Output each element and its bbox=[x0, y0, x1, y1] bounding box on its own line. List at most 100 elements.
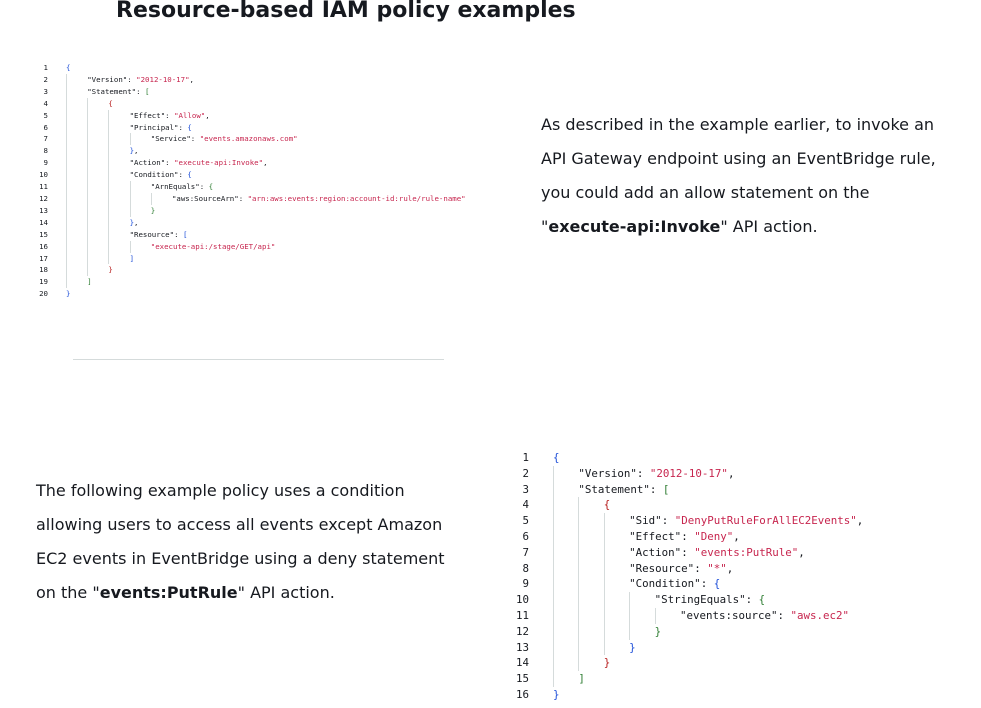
code-token: { bbox=[187, 122, 192, 132]
code-content: "Statement": [ bbox=[87, 86, 149, 98]
indent-guide bbox=[66, 276, 87, 289]
code-token: ] bbox=[129, 253, 135, 263]
indent-guide bbox=[603, 528, 629, 545]
code-token: : bbox=[190, 134, 200, 144]
indent-guide bbox=[553, 481, 578, 498]
indent-guide bbox=[603, 513, 629, 529]
code-line: 20} bbox=[30, 288, 466, 300]
line-number: 9 bbox=[43, 158, 48, 168]
code-token: "2012-10-17" bbox=[649, 466, 728, 480]
indent-guide bbox=[553, 639, 578, 656]
indent-guide bbox=[66, 145, 87, 158]
indent-guide bbox=[108, 192, 129, 205]
indent-guide bbox=[129, 133, 151, 146]
code-content: ] bbox=[130, 253, 134, 265]
code-token: [ bbox=[145, 86, 150, 96]
code-token: , bbox=[798, 545, 805, 559]
code-line: 19] bbox=[30, 276, 466, 289]
indent-guide bbox=[87, 216, 108, 229]
indent-guide bbox=[66, 157, 87, 170]
policy-code-block-allow[interactable]: 1{2 "Version": "2012-10-17", 3 "Statement":… bbox=[30, 62, 466, 300]
code-token: "aws:SourceArn" bbox=[171, 193, 239, 203]
line-number: 12 bbox=[39, 193, 48, 203]
code-content: { bbox=[66, 62, 70, 74]
code-token: "Service" bbox=[150, 134, 191, 144]
policy-code-block-deny[interactable]: 1{2 "Version": "2012-10-17", 3 "Statement":… bbox=[505, 450, 863, 703]
code-line: 13} bbox=[505, 639, 863, 656]
code-token: , bbox=[726, 561, 734, 575]
indent-guide bbox=[578, 623, 603, 640]
line-number: 3 bbox=[522, 482, 529, 496]
indent-guide bbox=[553, 497, 578, 513]
code-token: { bbox=[553, 451, 560, 464]
code-content: ] bbox=[578, 671, 585, 687]
indent-guide bbox=[108, 216, 129, 229]
indent-guide bbox=[87, 109, 108, 122]
indent-guide bbox=[553, 465, 578, 482]
code-content: "Principal": { bbox=[130, 122, 192, 134]
paragraph-text: " API action. bbox=[720, 217, 818, 236]
code-token: : bbox=[681, 529, 695, 543]
code-token: { bbox=[758, 593, 766, 607]
code-token: "Version" bbox=[578, 466, 637, 480]
code-token: , bbox=[134, 146, 139, 156]
code-content: "Condition": { bbox=[629, 576, 720, 592]
line-number: 10 bbox=[39, 170, 48, 180]
code-line: 9 "Action": "execute-api:Invoke", bbox=[30, 157, 466, 170]
indent-guide bbox=[108, 204, 129, 217]
code-content: "Version": "2012-10-17", bbox=[578, 466, 734, 482]
code-content: { bbox=[108, 98, 112, 110]
code-token: : bbox=[238, 193, 248, 203]
indent-guide bbox=[108, 121, 129, 134]
indent-guide bbox=[553, 560, 578, 577]
line-number: 16 bbox=[515, 687, 529, 701]
indent-guide bbox=[87, 121, 108, 134]
code-token: : bbox=[745, 593, 759, 607]
indent-guide bbox=[603, 560, 629, 577]
line-number: 5 bbox=[522, 514, 529, 528]
code-token: "Action" bbox=[129, 158, 166, 168]
code-line: 7 "Action": "events:PutRule", bbox=[505, 544, 863, 561]
line-number: 4 bbox=[522, 498, 529, 512]
code-content: "events:source": "aws.ec2" bbox=[680, 608, 849, 624]
code-token: { bbox=[713, 577, 721, 591]
line-number: 12 bbox=[515, 624, 529, 638]
code-line: 16} bbox=[505, 687, 863, 703]
code-line: 15] bbox=[505, 671, 863, 687]
code-token: , bbox=[205, 110, 210, 120]
indent-guide bbox=[553, 655, 578, 671]
code-token: : bbox=[700, 577, 714, 591]
code-token: } bbox=[654, 624, 662, 638]
indent-guide bbox=[578, 560, 603, 577]
indent-guide bbox=[87, 181, 108, 193]
indent-guide bbox=[108, 109, 129, 122]
code-content: "execute-api:/stage/GET/api" bbox=[151, 241, 276, 253]
line-number: 11 bbox=[515, 608, 529, 622]
code-content: "ArnEquals": { bbox=[151, 181, 213, 193]
code-token: "DenyPutRuleForAllEC2Events" bbox=[674, 514, 857, 528]
code-token: : bbox=[165, 110, 175, 120]
indent-guide bbox=[629, 607, 654, 624]
api-action-name: events:PutRule bbox=[99, 583, 238, 602]
line-number: 9 bbox=[522, 577, 529, 591]
code-token: , bbox=[263, 158, 268, 168]
indent-guide bbox=[553, 544, 578, 561]
line-number: 2 bbox=[43, 74, 48, 84]
line-number: 1 bbox=[522, 451, 529, 464]
paragraph-invoke-description: As described in the example earlier, to … bbox=[541, 108, 951, 244]
code-token: "StringEquals" bbox=[654, 593, 746, 607]
code-token: : bbox=[174, 229, 183, 239]
indent-guide bbox=[553, 592, 578, 608]
line-number: 6 bbox=[522, 529, 529, 543]
code-content: } bbox=[629, 640, 636, 656]
indent-guide bbox=[108, 157, 129, 170]
code-token: "execute-api:/stage/GET/api" bbox=[150, 241, 276, 251]
code-line: 13} bbox=[30, 204, 466, 217]
indent-guide bbox=[129, 240, 151, 253]
code-content: }, bbox=[130, 217, 139, 229]
code-token: [ bbox=[182, 229, 188, 239]
code-line: 11 "ArnEquals": { bbox=[30, 181, 466, 193]
indent-guide bbox=[603, 544, 629, 561]
line-number: 17 bbox=[39, 253, 48, 263]
indent-guide bbox=[553, 576, 578, 592]
